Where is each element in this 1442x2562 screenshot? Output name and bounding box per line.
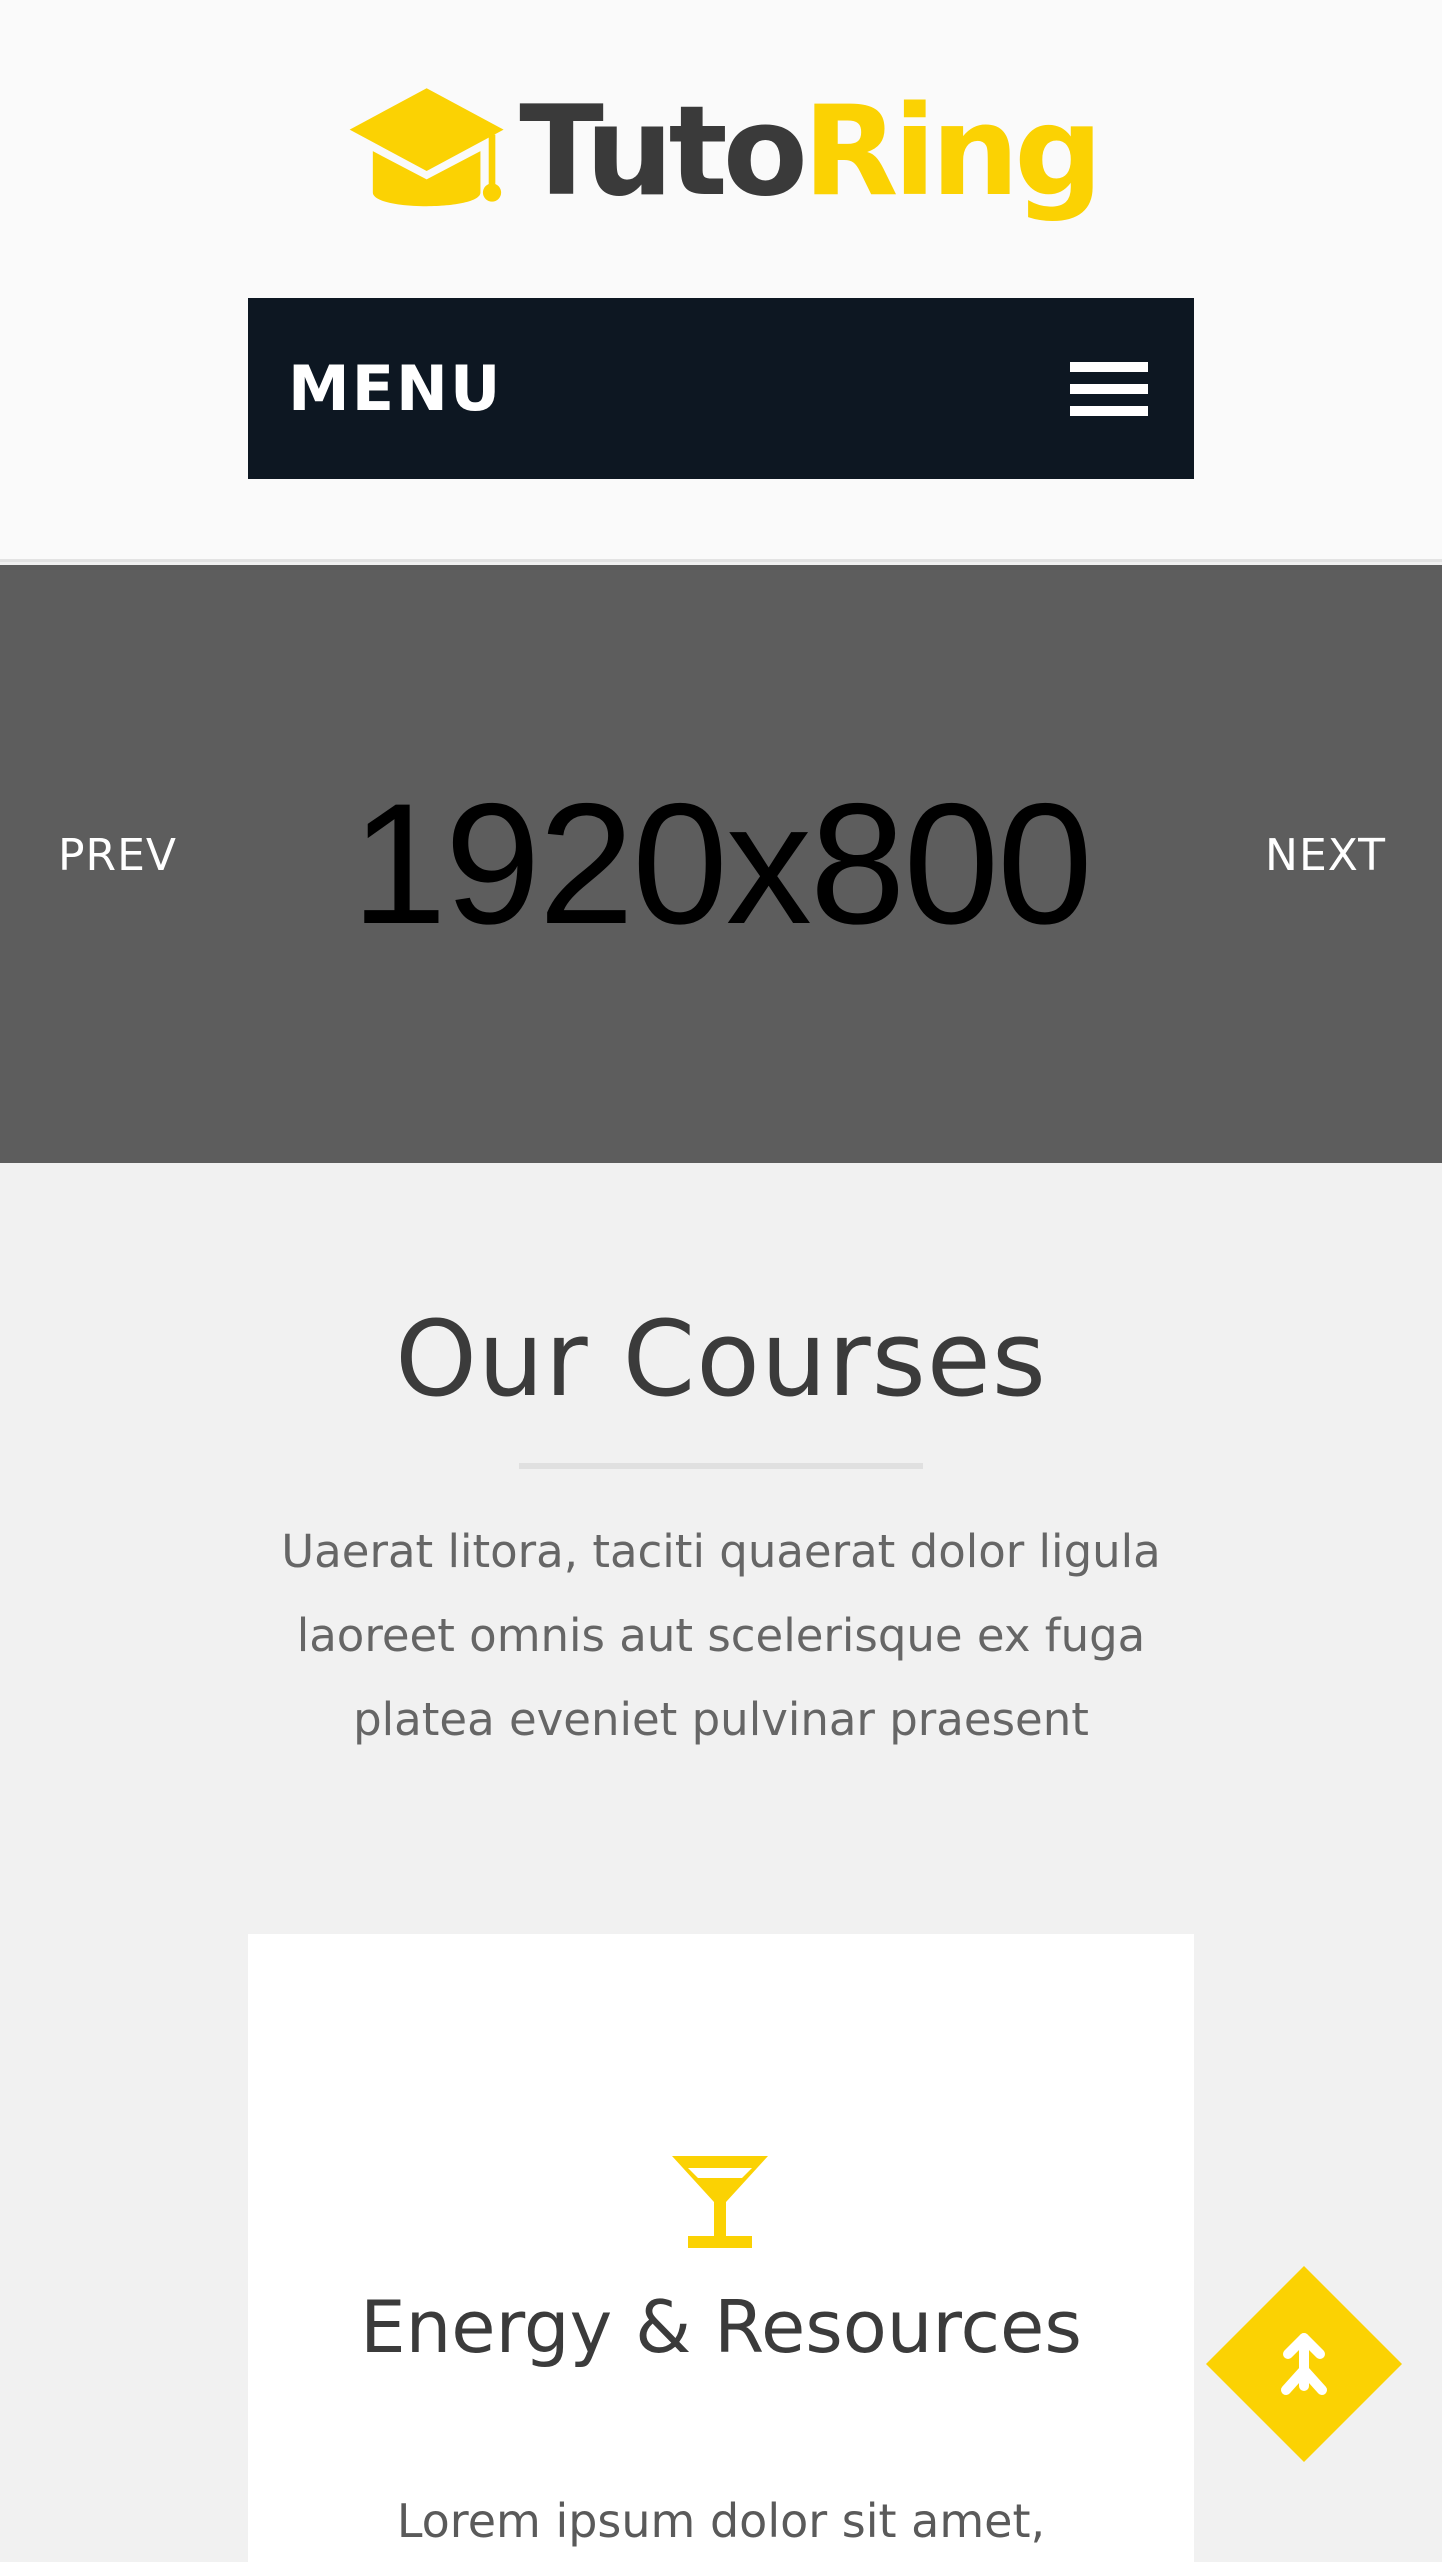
logo-text-accent: Ring	[802, 80, 1103, 224]
course-card[interactable]: Energy & Resources Lorem ipsum dolor sit…	[248, 1934, 1194, 2562]
graduation-cap-icon	[349, 88, 504, 207]
scroll-to-top-button[interactable]	[1206, 2266, 1402, 2462]
hamburger-icon[interactable]	[1070, 361, 1148, 416]
title-divider	[519, 1463, 923, 1469]
section-description: Uaerat litora, taciti quaerat dolor ligu…	[281, 1525, 1161, 1746]
slider-next-button[interactable]: NEXT	[1265, 830, 1386, 881]
section-title: Our Courses	[395, 1298, 1047, 1420]
site-logo[interactable]: TutoRing	[348, 72, 1103, 232]
logo-text-dark: Tuto	[519, 80, 808, 224]
menu-label: MENU	[288, 352, 503, 425]
slide-placeholder-text: 1920x800	[351, 768, 1093, 960]
course-card-title: Energy & Resources	[360, 2285, 1082, 2369]
slider-prev-button[interactable]: PREV	[58, 830, 177, 881]
course-card-text: Lorem ipsum dolor sit amet,	[396, 2494, 1046, 2548]
menu-toggle-bar[interactable]: MENU	[248, 298, 1194, 479]
logo-text: TutoRing	[519, 90, 1103, 214]
martini-glass-icon	[672, 2156, 768, 2248]
site-header: TutoRing MENU	[0, 0, 1442, 562]
hero-slider: 1920x800 PREV NEXT	[0, 565, 1442, 1163]
